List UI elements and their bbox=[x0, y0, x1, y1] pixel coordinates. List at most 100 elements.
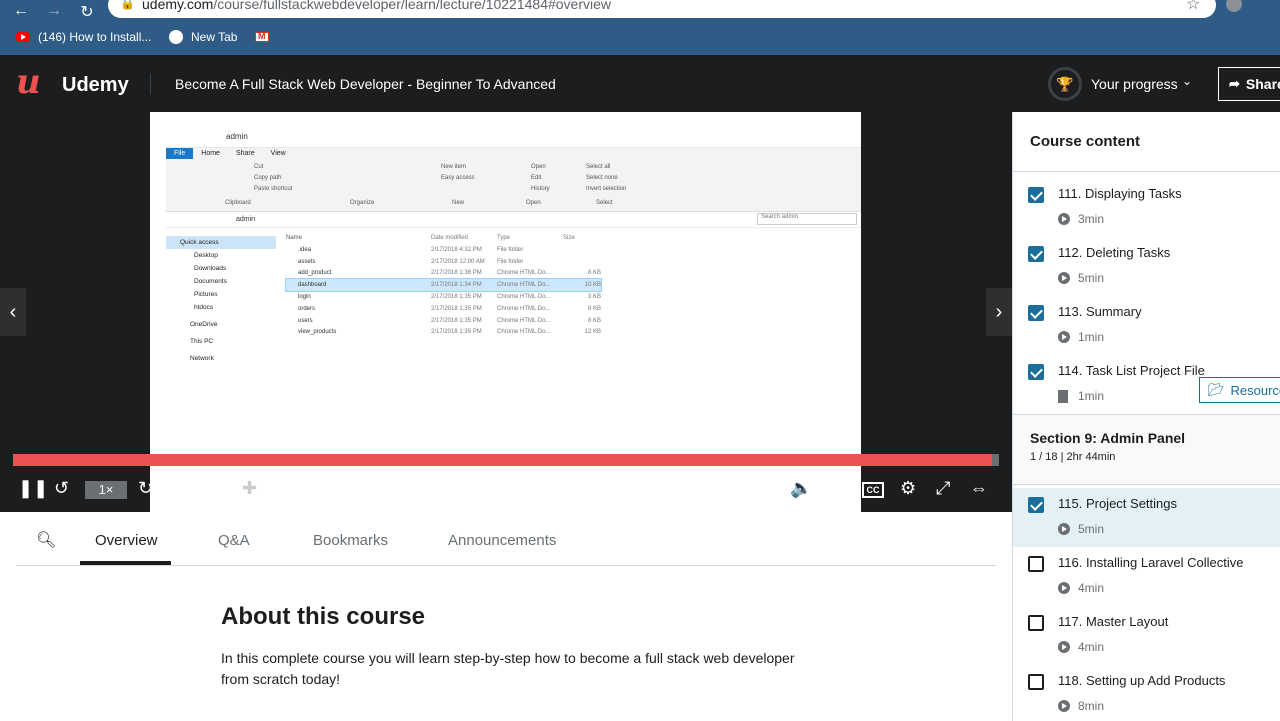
transcript-icon[interactable]: ▤ bbox=[827, 478, 842, 498]
lecture-item[interactable]: 118. Setting up Add Products 8min bbox=[1013, 665, 1280, 721]
file-cell-date: 2/17/2018 1:35 PM bbox=[431, 317, 482, 324]
tab-bookmarks[interactable]: Bookmarks bbox=[313, 532, 388, 549]
nav-this-pc: This PC bbox=[190, 338, 214, 345]
volume-icon[interactable]: 🔈 bbox=[790, 478, 812, 499]
lecture-title: 116. Installing Laravel Collective bbox=[1058, 555, 1244, 570]
file-row: assets 2/17/2018 12:00 AM File folder bbox=[286, 256, 601, 268]
file-cell-size: 8 KB bbox=[587, 317, 601, 324]
fullscreen-icon[interactable]: ⤢ bbox=[936, 478, 950, 499]
bookmark-star-icon[interactable]: ☆ bbox=[1186, 0, 1200, 14]
lecture-checkbox[interactable] bbox=[1028, 615, 1044, 631]
course-title[interactable]: Become A Full Stack Web Developer - Begi… bbox=[175, 76, 556, 92]
file-cell-date: 2/17/2018 4:32 PM bbox=[431, 246, 482, 253]
lecture-item[interactable]: 115. Project Settings 5min bbox=[1013, 488, 1280, 547]
ribbon-group-label: New bbox=[452, 200, 465, 206]
reload-icon[interactable]: ↻ bbox=[76, 2, 98, 22]
gmail-icon bbox=[255, 31, 269, 42]
lecture-checkbox[interactable] bbox=[1028, 364, 1044, 380]
file-cell-date: 2/17/2018 1:36 PM bbox=[431, 270, 482, 277]
back-icon[interactable]: ← bbox=[10, 2, 32, 20]
lecture-title: 118. Setting up Add Products bbox=[1058, 673, 1226, 688]
resources-button[interactable]: 📂︎ Resources bbox=[1199, 377, 1280, 403]
course-tabs: 🔍︎ Overview Q&A Bookmarks Announcements bbox=[16, 512, 996, 566]
seek-bar[interactable] bbox=[13, 454, 999, 466]
rewind-icon[interactable]: ↺ bbox=[54, 478, 69, 499]
lecture-item[interactable]: 112. Deleting Tasks 5min bbox=[1013, 237, 1280, 296]
chevron-right-icon: › bbox=[995, 300, 1003, 323]
ribbon-tab-view: View bbox=[270, 150, 286, 157]
active-tab-indicator bbox=[80, 561, 171, 565]
bookmark-youtube[interactable]: (146) How to Install... bbox=[16, 30, 151, 44]
play-circle-icon bbox=[1058, 523, 1070, 535]
lecture-checkbox[interactable] bbox=[1028, 305, 1044, 321]
search-icon[interactable]: 🔍︎ bbox=[36, 530, 56, 550]
share-icon: ➦ bbox=[1229, 76, 1240, 91]
tab-overview[interactable]: Overview bbox=[95, 532, 158, 549]
lecture-checkbox[interactable] bbox=[1028, 556, 1044, 572]
playback-rate-button[interactable]: 1× bbox=[85, 481, 127, 499]
ribbon-group-label: Open bbox=[526, 200, 541, 206]
course-content-sidebar: Course content 111. Displaying Tasks 3min… bbox=[1012, 112, 1280, 721]
lecture-checkbox[interactable] bbox=[1028, 246, 1044, 262]
file-cell-size: 8 KB bbox=[587, 270, 601, 277]
video-frame: admin File Home Share View Clipboard Org… bbox=[150, 112, 861, 512]
file-cell-name: add_product bbox=[298, 270, 332, 277]
progress-ring[interactable]: 🏆 bbox=[1048, 67, 1082, 101]
tab-announcements[interactable]: Announcements bbox=[448, 532, 556, 549]
lecture-duration: 3min bbox=[1058, 212, 1104, 226]
file-row: orders 2/17/2018 1:35 PM Chrome HTML Do...… bbox=[286, 303, 601, 315]
lecture-checkbox[interactable] bbox=[1028, 674, 1044, 690]
player-controls: ❚❚ ↺ 1× ↻ 4:59 / 5:02 ✚ 🔈 ▤ CC ⚙ ⤢ ⇔ bbox=[0, 474, 1012, 504]
forward-icon[interactable]: ↻ bbox=[138, 478, 153, 499]
settings-gear-icon[interactable]: ⚙ bbox=[900, 478, 916, 499]
explorer-file-list: Name Date modified Type Size .idea 2/17/2… bbox=[285, 232, 602, 339]
nav-desktop: Desktop bbox=[194, 252, 218, 259]
extension-icon[interactable] bbox=[1226, 0, 1242, 12]
bookmark-gmail[interactable] bbox=[255, 31, 269, 42]
bookmark-new-tab[interactable]: New Tab bbox=[169, 30, 237, 44]
pause-icon[interactable]: ❚❚ bbox=[18, 478, 48, 499]
captions-icon[interactable]: CC bbox=[862, 482, 884, 498]
lecture-item[interactable]: 116. Installing Laravel Collective 4min bbox=[1013, 547, 1280, 606]
lecture-duration: 5min bbox=[1058, 271, 1104, 285]
lecture-checkbox[interactable] bbox=[1028, 187, 1044, 203]
lecture-checkbox[interactable] bbox=[1028, 497, 1044, 513]
previous-lecture-button[interactable]: ‹ bbox=[0, 288, 26, 336]
chevron-down-icon[interactable]: ⌄ bbox=[1182, 74, 1192, 88]
add-bookmark-icon[interactable]: ✚ bbox=[242, 478, 257, 499]
tab-qa[interactable]: Q&A bbox=[218, 532, 250, 549]
forward-icon[interactable]: → bbox=[43, 2, 65, 20]
explorer-search: Search admin bbox=[757, 213, 857, 225]
expand-icon[interactable]: ⇔ bbox=[970, 478, 988, 499]
file-row: login 2/17/2018 1:35 PM Chrome HTML Do... 3… bbox=[286, 291, 601, 303]
trophy-icon: 🏆 bbox=[1056, 75, 1074, 92]
udemy-logo-icon[interactable]: u bbox=[16, 65, 41, 99]
file-row: view_products 2/17/2018 1:35 PM Chrome HTM… bbox=[286, 327, 601, 339]
folder-icon: 📂︎ bbox=[1208, 382, 1225, 397]
play-circle-icon bbox=[1058, 700, 1070, 712]
share-button[interactable]: ➦ Share bbox=[1218, 67, 1280, 101]
progress-label[interactable]: Your progress bbox=[1091, 76, 1178, 92]
file-cell-type: Chrome HTML Do... bbox=[497, 317, 551, 324]
explorer-nav-pane: Quick access Desktop Downloads Documents… bbox=[166, 236, 276, 365]
brand-name[interactable]: Udemy bbox=[62, 74, 129, 97]
youtube-icon bbox=[16, 32, 30, 42]
nav-onedrive: OneDrive bbox=[190, 321, 218, 328]
lecture-item[interactable]: 111. Displaying Tasks 3min bbox=[1013, 178, 1280, 237]
ribbon-item: Select none bbox=[586, 175, 618, 181]
file-cell-type: Chrome HTML Do... bbox=[497, 305, 551, 312]
lecture-item[interactable]: 113. Summary 1min bbox=[1013, 296, 1280, 355]
lecture-item[interactable]: 117. Master Layout 4min bbox=[1013, 606, 1280, 665]
section-header[interactable]: Section 9: Admin Panel 1 / 18 | 2hr 44mi… bbox=[1013, 414, 1280, 485]
file-cell-name: orders bbox=[298, 305, 316, 312]
lecture-duration: 1min bbox=[1058, 389, 1104, 403]
file-row: add_product 2/17/2018 1:36 PM Chrome HTML … bbox=[286, 268, 601, 280]
chevron-left-icon: ‹ bbox=[9, 300, 17, 323]
lecture-title: 117. Master Layout bbox=[1058, 614, 1169, 629]
file-cell-type: Chrome HTML Do... bbox=[497, 294, 551, 301]
ribbon-item: Select all bbox=[586, 164, 611, 170]
video-player[interactable]: admin File Home Share View Clipboard Org… bbox=[0, 112, 1012, 512]
next-lecture-button[interactable]: › bbox=[986, 288, 1012, 336]
file-cell-size: 3 KB bbox=[587, 294, 601, 301]
ribbon-group-label: Select bbox=[596, 200, 613, 206]
